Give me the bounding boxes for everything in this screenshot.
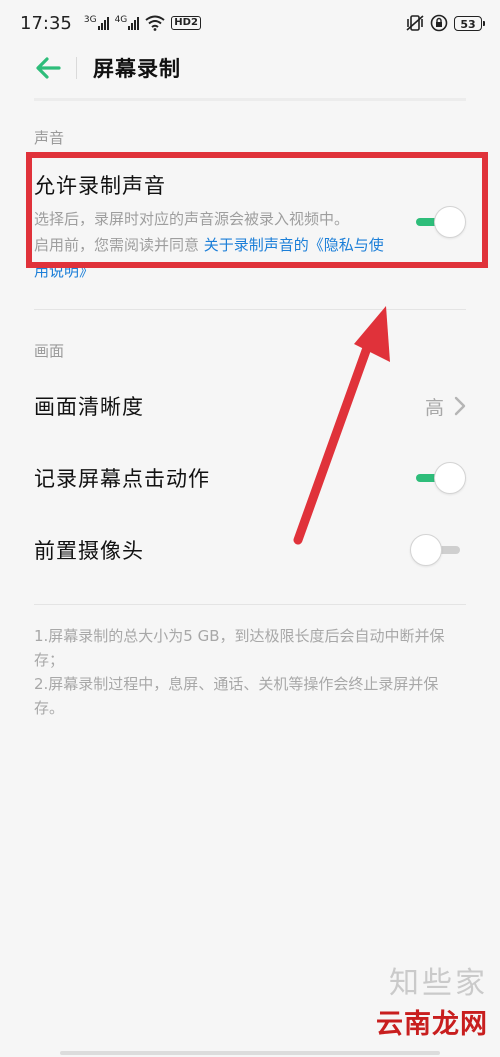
status-left: 17:35 3G 4G HD2	[20, 13, 201, 34]
clarity-value[interactable]: 高	[425, 393, 466, 420]
status-right: 53	[406, 14, 485, 32]
network-type-1: 3G	[83, 15, 97, 25]
app-header: 屏幕录制	[0, 46, 500, 90]
front-camera-toggle[interactable]	[410, 532, 466, 568]
back-button[interactable]	[28, 48, 68, 88]
section-divider	[34, 309, 466, 310]
arrow-left-icon	[36, 57, 61, 79]
note-2: 2.屏幕录制过程中，息屏、通话、关机等操作会终止录屏并保存。	[34, 675, 439, 717]
header-divider	[76, 57, 77, 79]
battery-indicator: 53	[454, 15, 485, 31]
notes: 1.屏幕录制的总大小为5 GB，到达极限长度后会自动中断并保存； 2.屏幕录制过…	[34, 624, 466, 720]
toggle-knob	[434, 462, 466, 494]
vibrate-icon	[406, 15, 424, 31]
toggle-knob	[410, 534, 442, 566]
section-label-sound: 声音	[34, 129, 65, 147]
chevron-right-icon	[454, 396, 466, 416]
watermark-top: 知些家	[389, 966, 488, 1001]
signal-bars-icon	[97, 16, 109, 30]
network-type-2: 4G	[114, 15, 128, 25]
record-taps-toggle[interactable]	[410, 460, 466, 496]
signal-bars-icon	[128, 16, 140, 30]
wifi-icon	[145, 15, 165, 31]
section-label-picture: 画面	[34, 342, 65, 360]
record-taps-row[interactable]: 记录屏幕点击动作	[34, 458, 466, 498]
header-rule	[34, 98, 466, 101]
front-camera-title: 前置摄像头	[34, 539, 144, 563]
watermark-bottom: 云南龙网	[376, 1009, 488, 1040]
signal-2: 4G	[115, 16, 140, 30]
front-camera-row[interactable]: 前置摄像头	[34, 530, 466, 570]
watermark: 知些家 云南龙网	[376, 958, 488, 1041]
annotation-highlight-box	[26, 152, 488, 268]
record-taps-title: 记录屏幕点击动作	[34, 467, 210, 491]
signal-1: 3G	[84, 16, 109, 30]
rotation-lock-icon	[430, 14, 448, 32]
status-bar: 17:35 3G 4G HD2 53	[0, 0, 500, 46]
clarity-row[interactable]: 画面清晰度 高	[34, 386, 466, 426]
status-time: 17:35	[20, 12, 72, 34]
hd-badge: HD2	[171, 16, 201, 30]
clarity-value-text: 高	[424, 396, 444, 419]
notes-divider	[34, 604, 466, 605]
home-indicator[interactable]	[60, 1051, 440, 1055]
screen: 17:35 3G 4G HD2 53 屏幕录制 声音 允许录制声音 选择后，录屏…	[0, 0, 500, 1057]
note-1: 1.屏幕录制的总大小为5 GB，到达极限长度后会自动中断并保存；	[34, 627, 445, 669]
clarity-title: 画面清晰度	[34, 395, 144, 419]
page-title: 屏幕录制	[93, 57, 181, 81]
